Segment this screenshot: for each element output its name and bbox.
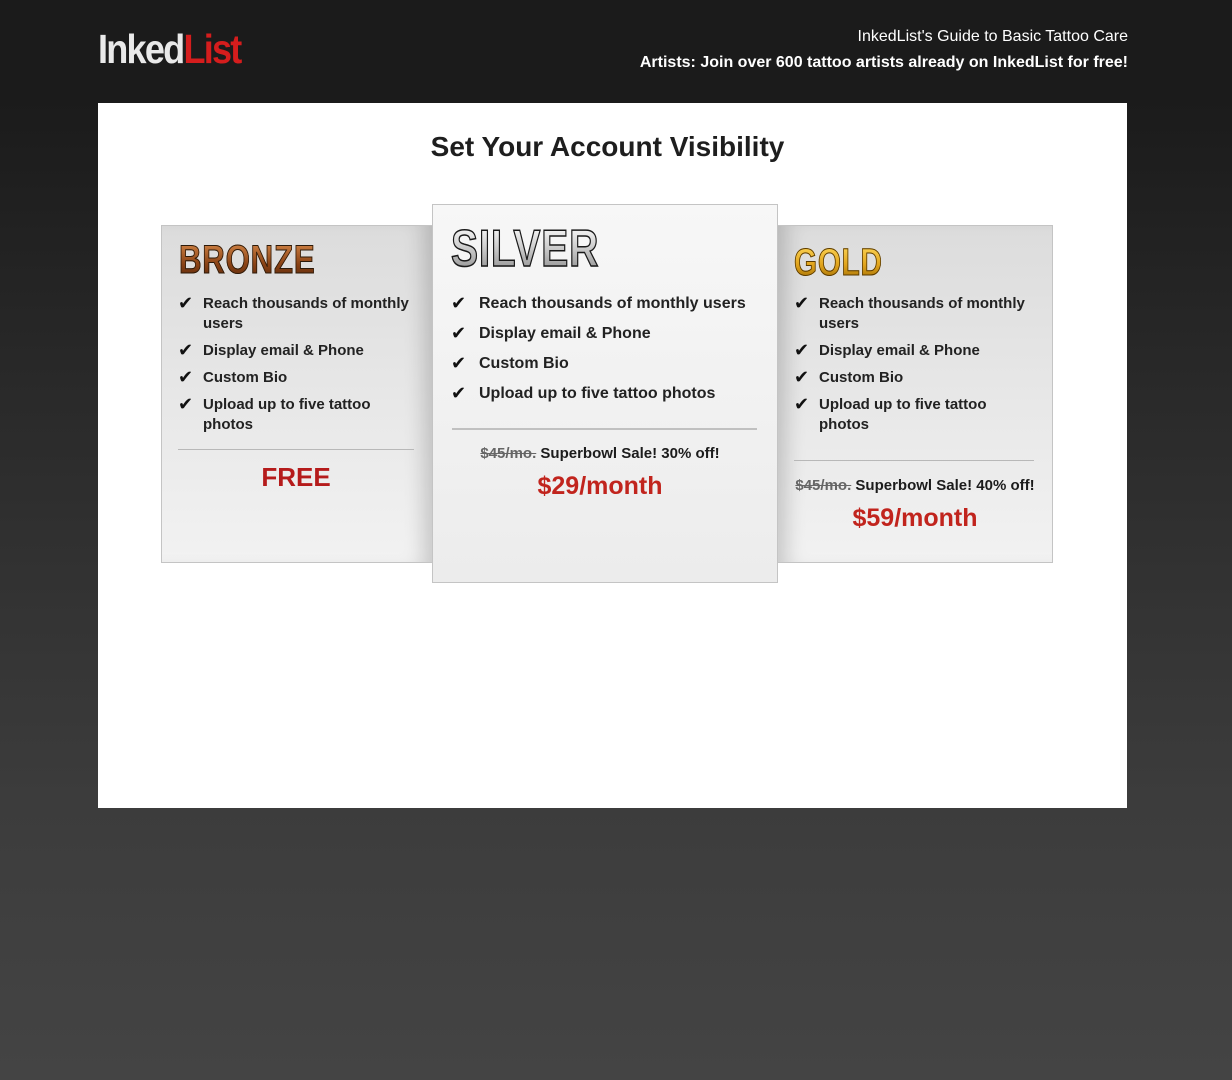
check-icon: ✔ (178, 367, 194, 388)
logo-inked-text: Inked (98, 26, 185, 72)
check-icon: ✔ (794, 293, 810, 314)
feature-label: Custom Bio (203, 369, 288, 386)
feature-item: ✔ Upload up to five tattoo photos (794, 395, 1034, 435)
feature-item: ✔ Reach thousands of monthly users (451, 294, 761, 314)
feature-item: ✔ Custom Bio (794, 368, 1034, 388)
feature-list-gold: ✔ Reach thousands of monthly users ✔ Displ… (794, 294, 1034, 442)
feature-label: Custom Bio (479, 355, 569, 372)
feature-list-bronze: ✔ Reach thousands of monthly users ✔ Displ… (178, 294, 418, 442)
feature-label: Display email & Phone (479, 325, 651, 342)
plan-price-bronze: FREE (261, 462, 331, 492)
feature-label: Reach thousands of monthly users (479, 295, 746, 312)
feature-list-silver: ✔ Reach thousands of monthly users ✔ Displ… (451, 294, 761, 414)
sale-line-gold: $45/mo. Superbowl Sale! 40% off! (778, 477, 1052, 494)
main-content-panel: Set Your Account Visibility BRONZE ✔ Reac… (98, 103, 1127, 808)
old-price-silver: $45/mo. (480, 445, 537, 462)
tattoo-care-guide-link[interactable]: InkedList's Guide to Basic Tattoo Care (858, 28, 1128, 46)
check-icon: ✔ (451, 323, 467, 344)
sale-line-silver: $45/mo. Superbowl Sale! 30% off! (433, 445, 767, 462)
old-price-gold: $45/mo. (795, 477, 852, 494)
artists-join-link[interactable]: Artists: Join over 600 tattoo artists al… (640, 54, 1128, 72)
check-icon: ✔ (794, 367, 810, 388)
plan-card-gold[interactable]: GOLD ✔ Reach thousands of monthly users ✔… (777, 225, 1053, 563)
feature-label: Upload up to five tattoo photos (819, 396, 987, 433)
feature-label: Reach thousands of monthly users (819, 295, 1025, 332)
page-title: Set Your Account Visibility (430, 131, 785, 162)
sale-text-silver: Superbowl Sale! 30% off! (540, 445, 720, 462)
plan-name-bronze: BRONZE (179, 238, 316, 282)
feature-item: ✔ Display email & Phone (178, 341, 418, 361)
feature-label: Upload up to five tattoo photos (203, 396, 371, 433)
check-icon: ✔ (451, 353, 467, 374)
check-icon: ✔ (178, 293, 194, 314)
check-icon: ✔ (451, 383, 467, 404)
check-icon: ✔ (178, 394, 194, 415)
plan-divider (452, 428, 757, 430)
feature-label: Display email & Phone (203, 342, 364, 359)
plan-card-bronze[interactable]: BRONZE ✔ Reach thousands of monthly users… (161, 225, 433, 563)
feature-item: ✔ Custom Bio (178, 368, 418, 388)
plan-divider (178, 449, 414, 450)
plan-divider (794, 460, 1034, 461)
check-icon: ✔ (794, 340, 810, 361)
feature-item: ✔ Reach thousands of monthly users (794, 294, 1034, 334)
plan-name-silver: SILVER (450, 220, 600, 278)
feature-item: ✔ Custom Bio (451, 354, 761, 374)
plan-name-gold: GOLD (794, 242, 883, 284)
feature-item: ✔ Display email & Phone (451, 324, 761, 344)
plan-price-silver: $29/month (537, 472, 663, 500)
plan-card-silver[interactable]: SILVER ✔ Reach thousands of monthly users… (432, 204, 778, 583)
check-icon: ✔ (451, 293, 467, 314)
feature-item: ✔ Upload up to five tattoo photos (451, 384, 761, 404)
plan-price-gold: $59/month (852, 504, 978, 532)
feature-item: ✔ Upload up to five tattoo photos (178, 395, 418, 435)
feature-label: Custom Bio (819, 369, 904, 386)
inkedlist-logo[interactable]: InkedList (98, 26, 242, 72)
feature-label: Upload up to five tattoo photos (479, 385, 716, 402)
feature-item: ✔ Display email & Phone (794, 341, 1034, 361)
check-icon: ✔ (178, 340, 194, 361)
feature-label: Reach thousands of monthly users (203, 295, 409, 332)
check-icon: ✔ (794, 394, 810, 415)
feature-item: ✔ Reach thousands of monthly users (178, 294, 418, 334)
feature-label: Display email & Phone (819, 342, 980, 359)
sale-text-gold: Superbowl Sale! 40% off! (855, 477, 1035, 494)
logo-list-text: List (183, 26, 242, 72)
